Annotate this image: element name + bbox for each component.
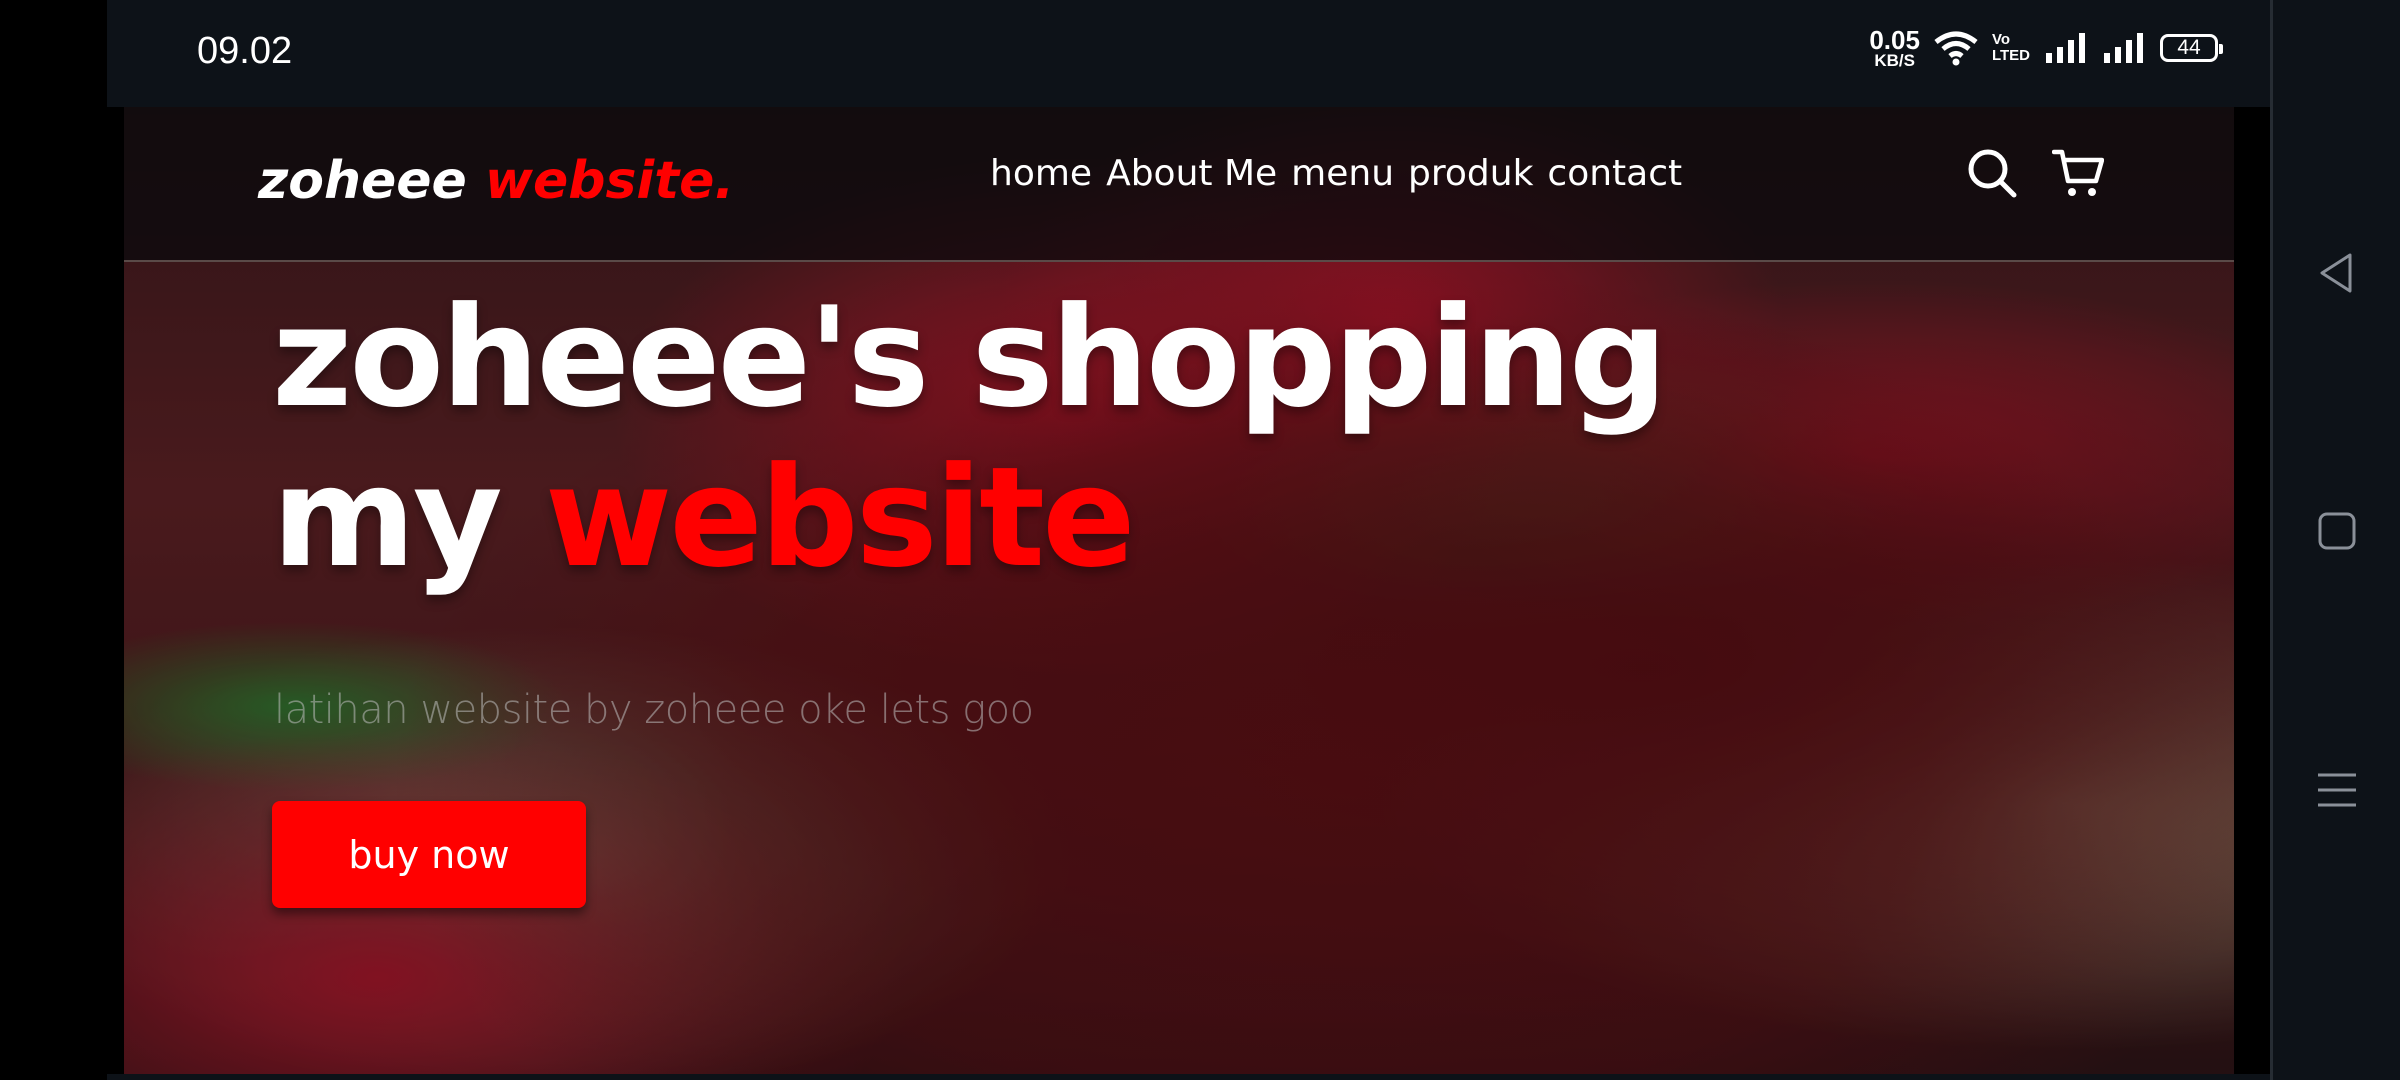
header-icons [1966,147,2104,199]
signal-icon-1 [2046,33,2085,64]
bottom-strip [107,1074,2270,1080]
volte-indicator: Vo LTED [1992,32,2030,64]
nav-home[interactable]: home [990,153,1092,194]
net-speed: 0.05 KB/S [1869,25,1920,70]
signal-icon-2 [2104,33,2143,64]
status-bar: 09.02 0.05 KB/S Vo LTED 44 [107,0,2270,107]
navigation-bar [2270,0,2400,1080]
logo-part1: zoheee [258,151,467,211]
search-icon[interactable] [1966,147,2018,199]
hero-title-line2: my website [272,437,1136,598]
site-logo[interactable]: zoheee website. [258,151,734,211]
recents-icon[interactable] [2314,767,2360,813]
hero-subtitle: latihan website by zoheee oke lets goo [274,687,1034,733]
wifi-icon [1934,31,1978,66]
status-time: 09.02 [197,30,293,72]
hero-title-line2-white: my [272,437,503,598]
nav-about-me[interactable]: About Me [1106,153,1277,194]
net-speed-value: 0.05 [1869,25,1920,55]
nav-menu: home About Me menu produk contact [990,153,1682,194]
hero-title-line1: zoheee's shopping [272,277,1668,438]
volte-line2: LTED [1991,47,2030,65]
website-hero: zoheee website. home About Me menu produ… [124,107,2234,1074]
net-speed-unit: KB/S [1874,50,1915,70]
navigation-divider [2270,0,2273,1080]
buy-now-button[interactable]: buy now [272,801,586,908]
hero-title-line2-red: website [544,437,1136,598]
battery-level: 44 [2177,36,2201,60]
volte-line1: Vo [1991,31,2010,49]
back-icon[interactable] [2314,250,2360,296]
nav-contact[interactable]: contact [1547,153,1682,194]
site-header: zoheee website. home About Me menu produ… [124,107,2234,262]
logo-part2: website. [484,151,735,211]
nav-produk[interactable]: produk [1408,153,1533,194]
battery-icon: 44 [2160,34,2223,63]
nav-menu[interactable]: menu [1291,153,1394,194]
cart-icon[interactable] [2052,147,2104,199]
home-icon[interactable] [2314,508,2360,554]
status-icons: 0.05 KB/S Vo LTED 44 [1869,25,2223,70]
